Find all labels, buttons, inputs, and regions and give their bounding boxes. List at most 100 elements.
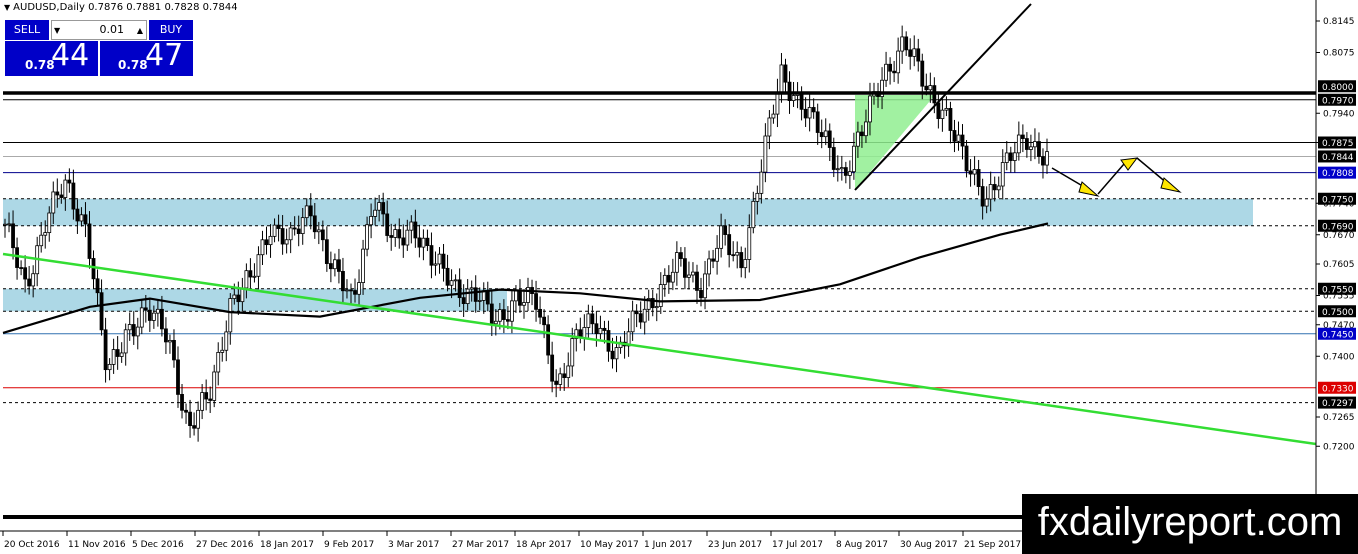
candle-body bbox=[71, 182, 76, 210]
candle-body bbox=[51, 191, 56, 214]
candle-body bbox=[123, 329, 128, 354]
candle-body bbox=[497, 309, 502, 322]
candle-body bbox=[1029, 146, 1033, 150]
candle-body bbox=[119, 352, 124, 357]
candle-body bbox=[1041, 156, 1045, 166]
candle-body bbox=[67, 179, 72, 184]
candle-body bbox=[276, 224, 281, 229]
candle-body bbox=[47, 212, 52, 233]
candle-body bbox=[324, 239, 329, 264]
candle-body bbox=[75, 208, 80, 222]
candle-body bbox=[1024, 138, 1029, 150]
candle-body bbox=[103, 329, 108, 371]
candle-body bbox=[847, 171, 852, 176]
candle-body bbox=[807, 107, 812, 119]
candle-body bbox=[473, 287, 478, 302]
candle-body bbox=[405, 229, 410, 246]
candle-body bbox=[31, 273, 36, 287]
candle-body bbox=[779, 64, 784, 93]
price-tick-label: 0.7670 bbox=[1323, 231, 1355, 241]
candle-body bbox=[461, 297, 466, 305]
candle-body bbox=[204, 392, 209, 400]
buy-price-box[interactable]: 0.78 47 bbox=[100, 38, 193, 76]
candle-body bbox=[381, 202, 386, 215]
candle-body bbox=[485, 290, 490, 305]
date-tick-label: 23 Jun 2017 bbox=[708, 540, 762, 550]
candle-body bbox=[385, 213, 390, 236]
increase-lot-icon[interactable]: ▲ bbox=[137, 22, 143, 40]
candle-body bbox=[192, 425, 196, 429]
chart-background bbox=[0, 0, 1358, 554]
buy-button[interactable]: BUY bbox=[149, 20, 193, 40]
date-tick-label: 3 Mar 2017 bbox=[388, 540, 439, 550]
candle-body bbox=[888, 63, 892, 72]
candle-body bbox=[19, 267, 23, 269]
candle-body bbox=[409, 221, 414, 231]
date-tick-label: 11 Nov 2016 bbox=[68, 540, 126, 550]
candle-body bbox=[598, 327, 603, 335]
candle-body bbox=[960, 134, 965, 147]
candle-body bbox=[328, 263, 333, 270]
candle-body bbox=[550, 354, 555, 382]
level-badge-label: 0.8000 bbox=[1322, 83, 1354, 93]
candle-body bbox=[928, 85, 933, 91]
candle-body bbox=[630, 310, 635, 333]
watermark-logo: fxdailyreport.com bbox=[1022, 494, 1358, 554]
candle-body bbox=[739, 252, 744, 269]
candle-body bbox=[783, 64, 788, 83]
candle-body bbox=[143, 307, 148, 311]
candle-body bbox=[868, 95, 872, 123]
candle-body bbox=[662, 274, 667, 285]
candle-body bbox=[554, 380, 559, 385]
candle-body bbox=[248, 270, 253, 278]
candle-body bbox=[300, 217, 305, 234]
sell-button[interactable]: SELL bbox=[5, 20, 49, 40]
candle-body bbox=[715, 247, 720, 262]
candle-body bbox=[984, 198, 989, 207]
candle-body bbox=[711, 258, 715, 262]
high-value: 0.7881 bbox=[126, 2, 162, 13]
candle-body bbox=[95, 278, 100, 294]
candle-body bbox=[353, 290, 357, 295]
candle-body bbox=[610, 350, 615, 360]
price-chart[interactable]: 0.81450.80750.79400.78750.77400.76700.76… bbox=[0, 0, 1358, 554]
candle-body bbox=[614, 347, 619, 360]
candle-body bbox=[151, 312, 156, 321]
candle-body bbox=[542, 316, 547, 326]
sell-price-box[interactable]: 0.78 44 bbox=[5, 38, 98, 76]
candle-body bbox=[111, 349, 116, 365]
candle-body bbox=[280, 228, 285, 245]
candle-body bbox=[332, 259, 337, 270]
candle-body bbox=[23, 267, 28, 280]
date-tick-label: 27 Mar 2017 bbox=[452, 540, 509, 550]
price-tick-label: 0.7200 bbox=[1323, 442, 1355, 452]
candle-body bbox=[493, 320, 498, 325]
candle-body bbox=[256, 254, 261, 277]
candle-body bbox=[988, 184, 993, 200]
level-badge-label: 0.7450 bbox=[1322, 330, 1354, 340]
zone-2 bbox=[3, 288, 507, 312]
price-tick-label: 0.7265 bbox=[1323, 413, 1355, 423]
candle-body bbox=[59, 194, 64, 198]
date-tick-label: 21 Sep 2017 bbox=[964, 540, 1021, 550]
candle-body bbox=[39, 234, 44, 247]
candle-body bbox=[1037, 141, 1041, 157]
candle-body bbox=[936, 102, 941, 119]
lot-size-input[interactable]: ▼ 0.01 ▲ bbox=[51, 20, 147, 40]
candle-body bbox=[518, 290, 522, 306]
price-tick-label: 0.8075 bbox=[1323, 49, 1355, 59]
buy-price-prefix: 0.78 bbox=[118, 58, 148, 72]
candle-body bbox=[566, 365, 571, 378]
candle-body bbox=[135, 326, 140, 337]
candle-body bbox=[691, 271, 695, 276]
level-badge-label: 0.7750 bbox=[1322, 195, 1354, 205]
candle-body bbox=[437, 253, 442, 265]
candle-body bbox=[908, 49, 913, 57]
candle-body bbox=[747, 227, 752, 260]
candle-body bbox=[264, 239, 269, 246]
candle-body bbox=[445, 267, 450, 286]
candle-body bbox=[27, 278, 32, 287]
candle-body bbox=[441, 253, 446, 269]
date-tick-label: 17 Jul 2017 bbox=[772, 540, 823, 550]
candle-body bbox=[220, 349, 225, 353]
